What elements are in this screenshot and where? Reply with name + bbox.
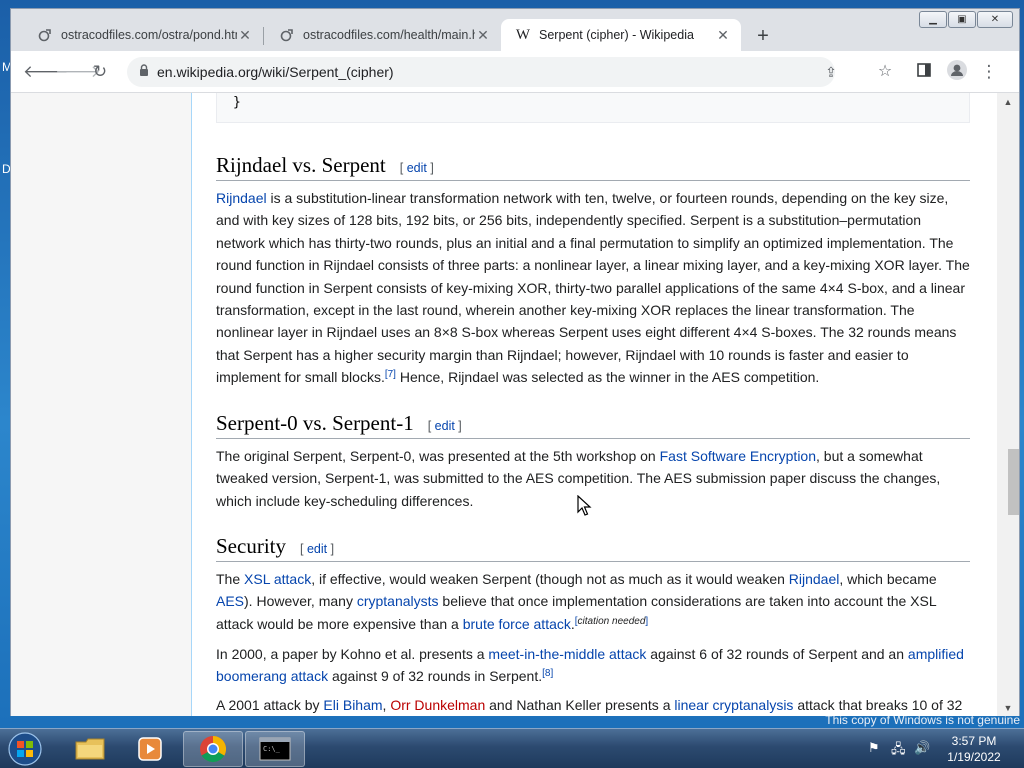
text: , which became	[839, 571, 937, 587]
link-orr-dunkelman[interactable]: Orr Dunkelman	[390, 697, 485, 713]
side-panel-icon[interactable]	[912, 60, 936, 84]
article-content: } Rijndael vs. Serpent[ edit ] Rijndael …	[191, 93, 997, 716]
text: is a substitution-linear transformation …	[216, 190, 970, 386]
windows-start-icon[interactable]	[6, 731, 44, 767]
tab-serpent[interactable]: W Serpent (cipher) - Wikipedia ✕	[501, 19, 741, 51]
browser-toolbar: 🡐 🡒 ↻ en.wikipedia.org/wiki/Serpent_(cip…	[11, 51, 1019, 93]
paragraph: The original Serpent, Serpent-0, was pre…	[216, 445, 970, 512]
text: The	[216, 571, 245, 587]
close-icon[interactable]: ✕	[715, 27, 731, 44]
forward-icon[interactable]: 🡒	[55, 60, 101, 84]
close-window-button[interactable]: ✕	[977, 11, 1013, 28]
heading-rijndael-vs-serpent: Rijndael vs. Serpent[ edit ]	[216, 153, 970, 181]
paragraph: A 2001 attack by Eli Biham, Orr Dunkelma…	[216, 694, 970, 716]
paragraph: The XSL attack, if effective, would weak…	[216, 568, 970, 635]
text: In 2000, a paper by Kohno et al. present…	[216, 646, 489, 662]
link-fse[interactable]: Fast Software Encryption	[660, 448, 816, 464]
text: ). However, many	[244, 593, 357, 610]
tab-health[interactable]: ostracodfiles.com/health/main.htm ✕	[265, 19, 501, 51]
citation-needed[interactable]: [citation needed]	[575, 616, 648, 627]
chrome-icon[interactable]	[183, 731, 243, 767]
action-center-flag-icon[interactable]: ⚑	[868, 740, 880, 756]
paragraph: Rijndael is a substitution-linear transf…	[216, 187, 970, 389]
heading-security: Security[ edit ]	[216, 534, 970, 562]
command-prompt-icon[interactable]: C:\_	[245, 731, 305, 767]
reload-icon[interactable]: ↻	[88, 60, 112, 84]
link-xsl-attack[interactable]: XSL attack	[244, 571, 311, 587]
text: Hence, Rijndael was selected as the winn…	[395, 369, 820, 386]
tab-title: ostracodfiles.com/ostra/pond.htm	[61, 28, 237, 42]
mouse-cursor-icon	[577, 495, 592, 516]
lock-icon[interactable]	[139, 64, 149, 76]
tab-title: ostracodfiles.com/health/main.htm	[303, 28, 475, 42]
text: The original Serpent, Serpent-0, was pre…	[216, 448, 660, 464]
code-block: }	[216, 93, 970, 123]
edit-link[interactable]: edit	[435, 419, 455, 433]
link-eli-biham[interactable]: Eli Biham	[323, 697, 382, 713]
bookmark-star-icon[interactable]: ☆	[873, 60, 897, 84]
edit-link[interactable]: edit	[407, 161, 427, 175]
heading-serpent-0-vs-serpent-1: Serpent-0 vs. Serpent-1[ edit ]	[216, 411, 970, 439]
clock-date: 1/19/2022	[947, 750, 1001, 764]
citation-needed-text[interactable]: citation needed	[578, 616, 646, 627]
section-title: Security	[216, 534, 286, 558]
tab-separator	[263, 27, 264, 45]
tab-pond[interactable]: ostracodfiles.com/ostra/pond.htm ✕	[23, 19, 263, 51]
text: and Nathan Keller presents a	[485, 697, 675, 713]
address-bar[interactable]: en.wikipedia.org/wiki/Serpent_(cipher) ⇪	[127, 57, 837, 87]
section-title: Serpent-0 vs. Serpent-1	[216, 411, 414, 435]
clock-time: 3:57 PM	[951, 734, 997, 748]
close-icon[interactable]: ✕	[237, 27, 253, 44]
text: , if effective, would weaken Serpent (th…	[311, 571, 789, 587]
link-rijndael[interactable]: Rijndael	[216, 190, 267, 206]
link-rijndael[interactable]: Rijndael	[789, 571, 840, 587]
link-aes[interactable]: AES	[216, 593, 244, 609]
tab-strip: ostracodfiles.com/ostra/pond.htm ✕ ostra…	[11, 9, 1019, 51]
browser-window: ostracodfiles.com/ostra/pond.htm ✕ ostra…	[10, 8, 1020, 716]
scrollbar-thumb[interactable]	[1008, 449, 1019, 515]
text: A 2001 attack by	[216, 697, 324, 713]
reference[interactable]: [8]	[542, 668, 553, 679]
profile-avatar-icon[interactable]	[945, 60, 969, 84]
wiki-sidebar	[11, 93, 191, 716]
back-icon[interactable]: 🡐	[23, 60, 69, 84]
taskbar: C:\_ ⚑ 🖧 🔊 3:57 PM 1/19/2022	[0, 728, 1024, 768]
close-icon[interactable]: ✕	[475, 27, 491, 44]
page-scrollbar[interactable]	[997, 93, 1019, 716]
text: against 9 of 32 rounds in Serpent.	[328, 668, 543, 685]
file-explorer-icon[interactable]	[60, 731, 120, 767]
page-viewport: } Rijndael vs. Serpent[ edit ] Rijndael …	[11, 93, 1019, 716]
window-controls: ▁ ▣ ✕	[918, 11, 1013, 28]
section-title: Rijndael vs. Serpent	[216, 153, 386, 177]
maximize-button[interactable]: ▣	[948, 11, 976, 28]
link-meet-in-the-middle[interactable]: meet-in-the-middle attack	[488, 646, 646, 662]
link-brute-force-attack[interactable]: brute force attack	[463, 616, 571, 632]
reference[interactable]: [7]	[385, 369, 396, 380]
new-tab-button[interactable]: +	[751, 25, 775, 49]
volume-icon[interactable]: 🔊	[914, 740, 930, 756]
svg-text:C:\_: C:\_	[263, 745, 281, 753]
system-clock[interactable]: 3:57 PM 1/19/2022	[935, 733, 1013, 765]
minimize-button[interactable]: ▁	[919, 11, 947, 28]
menu-kebab-icon[interactable]: ⋮	[977, 60, 1001, 84]
network-icon[interactable]: 🖧	[891, 740, 906, 762]
share-icon[interactable]: ⇪	[821, 60, 841, 84]
url-text: en.wikipedia.org/wiki/Serpent_(cipher)	[157, 64, 394, 80]
text: against 6 of 32 rounds of Serpent and an	[646, 646, 908, 662]
wikipedia-icon: W	[515, 26, 531, 43]
scroll-up-icon[interactable]: ▲	[1001, 97, 1015, 107]
scroll-down-icon[interactable]: ▼	[1001, 703, 1015, 713]
link-linear-cryptanalysis[interactable]: linear cryptanalysis	[674, 697, 793, 713]
media-player-icon[interactable]	[120, 731, 180, 767]
link-icon	[279, 27, 295, 43]
text: attack that breaks 10 of 32	[793, 697, 963, 713]
tab-title: Serpent (cipher) - Wikipedia	[539, 28, 694, 42]
link-cryptanalysts[interactable]: cryptanalysts	[357, 593, 439, 609]
link-icon	[37, 27, 53, 43]
edit-link[interactable]: edit	[307, 542, 327, 556]
paragraph: In 2000, a paper by Kohno et al. present…	[216, 643, 970, 688]
